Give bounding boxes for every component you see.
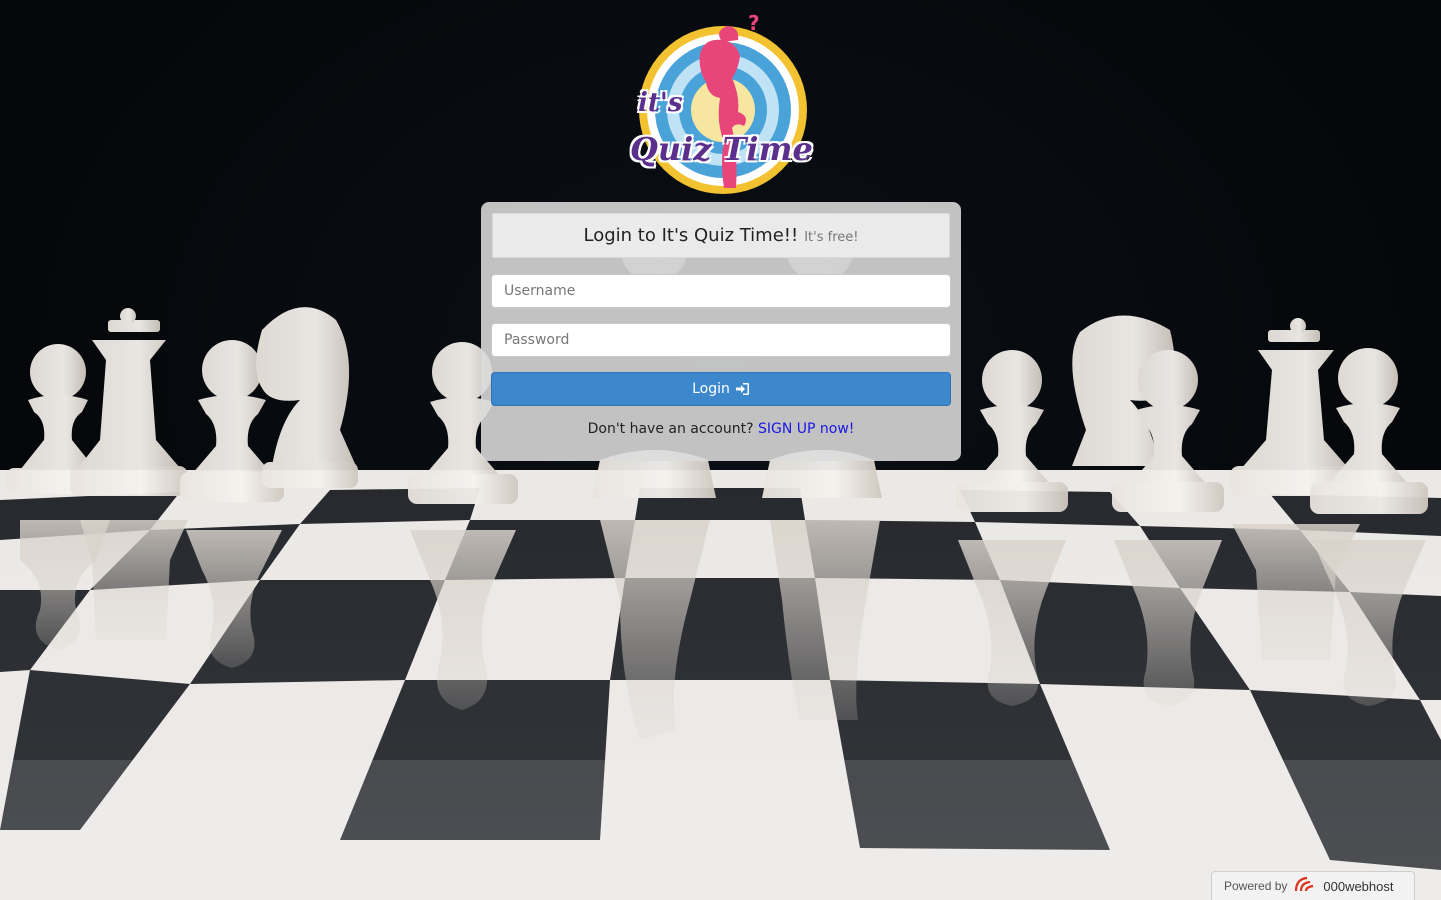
username-input[interactable]: [491, 274, 951, 308]
login-subtitle: It's free!: [804, 229, 859, 245]
000webhost-logo-icon: [1293, 875, 1317, 897]
signup-prompt-text: Don't have an account?: [587, 421, 754, 437]
signup-prompt: Don't have an account? SIGN UP now!: [481, 421, 961, 437]
login-panel: Login to It's Quiz Time!! It's free! Log…: [481, 202, 961, 461]
quiz-time-logo: ? it's Quiz Time: [628, 11, 818, 196]
sign-in-icon: [735, 382, 750, 396]
login-button-label: Login: [692, 381, 730, 397]
login-panel-header: Login to It's Quiz Time!! It's free!: [492, 213, 950, 258]
logo-text-its: it's: [638, 88, 683, 118]
logo-text-quiz-time: Quiz Time: [630, 130, 813, 168]
host-name: 000webhost: [1323, 878, 1394, 894]
svg-text:?: ?: [748, 12, 760, 35]
powered-by-badge[interactable]: Powered by 000webhost: [1211, 871, 1415, 900]
signup-link[interactable]: SIGN UP now!: [758, 421, 854, 437]
login-button[interactable]: Login: [491, 372, 951, 406]
password-input[interactable]: [491, 323, 951, 357]
powered-by-label: Powered by: [1224, 879, 1288, 893]
login-title: Login to It's Quiz Time!!: [583, 225, 799, 246]
